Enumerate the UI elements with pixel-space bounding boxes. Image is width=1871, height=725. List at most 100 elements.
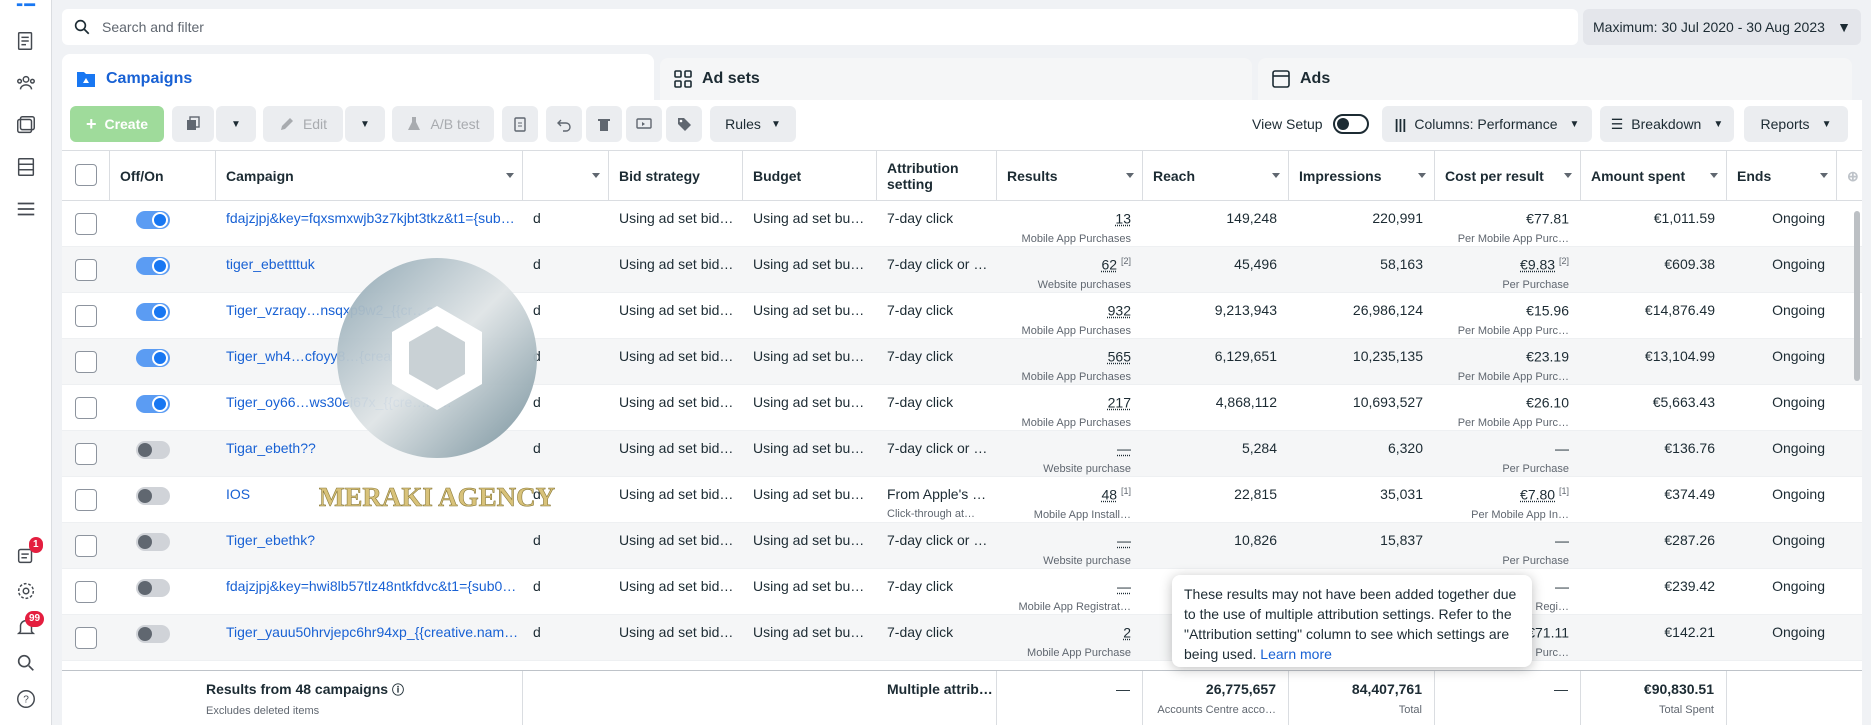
ads-manager-icon[interactable] [13,112,39,138]
campaign-name-link[interactable]: Tiger_yauu50hrvjepc6hr94xp_{{creative.na… [226,624,518,640]
campaign-toggle[interactable] [136,579,170,597]
rules-button[interactable]: Rules ▼ [710,106,796,142]
impressions-value: 58,163 [1380,256,1423,272]
campaign-name-link[interactable]: Tigar_ebeth?? [226,440,316,456]
campaign-toggle[interactable] [136,395,170,413]
campaign-name-link[interactable]: IOS [226,486,250,502]
duplicate-button[interactable] [172,106,214,142]
header-campaign[interactable]: Campaign [216,151,523,201]
create-button[interactable]: + Create [70,106,164,142]
campaign-name-link[interactable]: Tiger_ebethk? [226,532,315,548]
header-impressions[interactable]: Impressions [1289,151,1435,201]
header-ends[interactable]: Ends [1727,151,1837,201]
row-toggle-cell [136,385,196,431]
clipboard-button[interactable] [502,106,538,142]
pages-icon[interactable] [13,28,39,54]
row-checkbox[interactable] [75,213,97,235]
info-icon[interactable]: ⓘ [392,683,404,697]
tab-campaigns[interactable]: Campaigns [62,54,654,104]
table-row[interactable]: Tiger_ebethk? d Using ad set bid… Using ad … [62,523,1862,569]
settings-gear-icon[interactable] [13,578,39,604]
view-setup-toggle[interactable] [1332,114,1369,134]
search-bar[interactable] [62,9,1578,45]
campaign-toggle[interactable] [136,533,170,551]
header-off-on[interactable]: Off/On [110,151,216,201]
campaign-toggle[interactable] [136,257,170,275]
row-checkbox[interactable] [75,259,97,281]
header-budget[interactable]: Budget [743,151,877,201]
result-value[interactable]: 62 [1102,257,1118,273]
row-checkbox[interactable] [75,535,97,557]
cost-per-result-cell: €15.96 Per Mobile App Purc… [1445,293,1581,339]
reach-cell: 45,496 [1153,247,1289,293]
row-checkbox[interactable] [75,305,97,327]
row-checkbox[interactable] [75,351,97,373]
header-amount-spent[interactable]: Amount spent [1581,151,1727,201]
reports-button[interactable]: Reports ▼ [1744,106,1848,142]
search-nav-icon[interactable] [13,650,39,676]
learn-more-link[interactable]: Learn more [1260,646,1332,662]
edit-dropdown[interactable]: ▼ [345,106,385,142]
result-value[interactable]: — [1117,579,1131,595]
edit-button[interactable]: Edit [263,106,343,142]
footer-spent-sub: Total Spent [1658,704,1714,716]
campaign-name-cell: fdajzjpj&key=fqxsmxwjb3z7kjbt3tkz&t1={su… [226,201,523,247]
tag-button[interactable] [666,106,702,142]
row-checkbox[interactable] [75,443,97,465]
campaign-toggle[interactable] [136,487,170,505]
search-input[interactable] [102,19,1502,35]
vertical-scrollbar[interactable] [1854,211,1860,381]
campaign-toggle[interactable] [136,349,170,367]
result-value[interactable]: — [1117,441,1131,457]
header-reach[interactable]: Reach [1143,151,1289,201]
undo-button[interactable] [546,106,582,142]
table-row[interactable]: Tiger_yauu50hrvjepc6hr94xp_{{creative.na… [62,615,1862,661]
footer-summary: Results from 48 campaigns ⓘ Excludes dele… [62,671,523,725]
header-cost-per-result[interactable]: Cost per result [1435,151,1581,201]
row-checkbox[interactable] [75,627,97,649]
row-checkbox[interactable] [75,581,97,603]
campaign-toggle[interactable] [136,303,170,321]
row-checkbox[interactable] [75,397,97,419]
help-icon[interactable]: ? [13,686,39,712]
header-attribution[interactable]: Attribution setting [877,151,997,201]
delete-button[interactable] [586,106,622,142]
result-value[interactable]: 932 [1108,303,1131,319]
audience-icon[interactable] [13,70,39,96]
header-results[interactable]: Results [997,151,1143,201]
result-value[interactable]: 565 [1108,349,1131,365]
result-value[interactable]: 217 [1108,395,1131,411]
tab-ad-sets[interactable]: Ad sets [660,58,1252,100]
duplicate-dropdown[interactable]: ▼ [216,106,256,142]
header-hidden-column[interactable] [523,151,609,201]
attribution-text: 7-day click [887,624,954,640]
campaign-name-cell: Tiger_yauu50hrvjepc6hr94xp_{{creative.na… [226,615,523,661]
result-value[interactable]: 2 [1123,625,1131,641]
row-checkbox[interactable] [75,489,97,511]
header-bid-strategy[interactable]: Bid strategy [609,151,743,201]
campaign-name-link[interactable]: fdajzjpj&key=hwi8lb57tlz48ntkfdvc&t1={su… [226,578,516,594]
result-value[interactable]: 13 [1115,211,1131,227]
campaign-toggle[interactable] [136,211,170,229]
campaign-toggle[interactable] [136,625,170,643]
result-value[interactable]: 48 [1102,487,1118,503]
breakdown-button[interactable]: ☰ Breakdown ▼ [1600,106,1734,142]
table-row[interactable]: fdajzjpj&key=hwi8lb57tlz48ntkfdvc&t1={su… [62,569,1862,615]
catalog-icon[interactable] [13,154,39,180]
columns-button[interactable]: ||| Columns: Performance ▼ [1382,106,1592,142]
preview-button[interactable] [626,106,662,142]
grid-menu-icon[interactable] [13,0,39,20]
select-all-checkbox[interactable] [75,164,97,186]
table-row[interactable]: fdajzjpj&key=fqxsmxwjb3z7kjbt3tkz&t1={su… [62,201,1862,247]
spent-value: €239.42 [1664,578,1715,594]
tab-ads[interactable]: Ads [1258,58,1852,100]
campaign-name-link[interactable]: fdajzjpj&key=fqxsmxwjb3z7kjbt3tkz&t1={su… [226,210,515,226]
date-range-picker[interactable]: Maximum: 30 Jul 2020 - 30 Aug 2023 ▼ [1583,9,1861,45]
all-tools-icon[interactable] [13,196,39,222]
ab-test-button[interactable]: A/B test [392,106,494,142]
campaign-name-link[interactable]: tiger_ebettttuk [226,256,315,272]
reach-cell: 149,248 [1153,201,1289,247]
add-column-icon[interactable]: ⊕ [1837,151,1862,201]
campaign-toggle[interactable] [136,441,170,459]
result-value[interactable]: — [1117,533,1131,549]
